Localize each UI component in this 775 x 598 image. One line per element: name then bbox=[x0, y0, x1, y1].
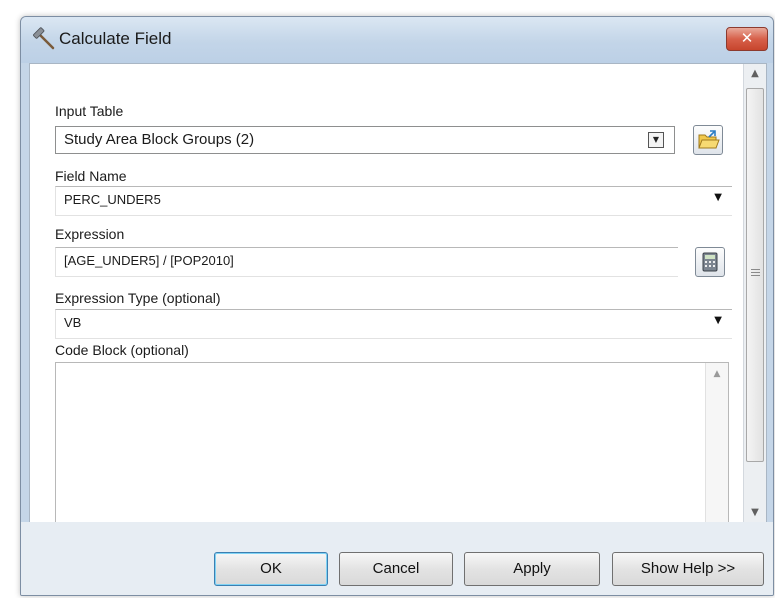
title-bar[interactable]: Calculate Field ✕ bbox=[21, 17, 773, 63]
expression-type-select[interactable]: VB ▼ bbox=[55, 309, 732, 339]
close-button[interactable]: ✕ bbox=[726, 27, 768, 51]
input-table-label: Input Table bbox=[55, 103, 124, 119]
chevron-down-icon[interactable]: ▼ bbox=[714, 192, 722, 203]
close-icon: ✕ bbox=[740, 29, 754, 47]
scrollbar-thumb[interactable] bbox=[746, 88, 764, 462]
show-help-button[interactable]: Show Help >> bbox=[612, 552, 764, 586]
window-title: Calculate Field bbox=[59, 29, 172, 48]
cancel-button[interactable]: Cancel bbox=[339, 552, 453, 586]
thumb-grip-line bbox=[751, 275, 760, 276]
expression-value: [AGE_UNDER5] / [POP2010] bbox=[64, 253, 234, 268]
expression-label: Expression bbox=[55, 226, 125, 242]
input-table-value: Study Area Block Groups (2) bbox=[64, 131, 255, 148]
hammer-icon bbox=[33, 27, 55, 50]
code-block-scrollbar[interactable]: ▲ bbox=[705, 363, 728, 531]
calculate-field-dialog: Calculate Field ✕ ▲ ▼ Input Table Study … bbox=[20, 16, 774, 596]
input-table-select[interactable]: Study Area Block Groups (2) ▼ bbox=[55, 126, 675, 154]
field-name-select[interactable]: PERC_UNDER5 ▼ bbox=[55, 186, 732, 216]
apply-button[interactable]: Apply bbox=[464, 552, 600, 586]
browse-button[interactable] bbox=[693, 125, 723, 155]
scroll-down-arrow-icon[interactable]: ▼ bbox=[744, 507, 766, 518]
button-bar: OK Cancel Apply Show Help >> bbox=[21, 522, 773, 595]
field-name-value: PERC_UNDER5 bbox=[64, 192, 161, 207]
open-folder-icon bbox=[698, 130, 720, 149]
expression-type-label: Expression Type (optional) bbox=[55, 290, 221, 306]
code-block-textarea[interactable]: ▲ bbox=[55, 362, 729, 532]
chevron-down-icon[interactable]: ▼ bbox=[714, 315, 722, 326]
thumb-grip-line bbox=[751, 269, 760, 270]
ok-button[interactable]: OK bbox=[214, 552, 328, 586]
thumb-grip-line bbox=[751, 272, 760, 273]
calculator-icon bbox=[702, 252, 718, 272]
scroll-up-arrow-icon[interactable]: ▲ bbox=[744, 68, 766, 79]
field-name-label: Field Name bbox=[55, 168, 127, 184]
expression-input[interactable]: [AGE_UNDER5] / [POP2010] bbox=[55, 247, 678, 277]
expression-calculator-button[interactable] bbox=[695, 247, 725, 277]
chevron-down-icon[interactable]: ▼ bbox=[648, 132, 664, 148]
code-block-label: Code Block (optional) bbox=[55, 342, 189, 358]
expression-type-value: VB bbox=[64, 315, 82, 330]
dialog-body: ▲ ▼ Input Table Study Area Block Groups … bbox=[29, 63, 767, 532]
scroll-up-arrow-icon[interactable]: ▲ bbox=[706, 369, 728, 379]
dialog-scrollbar[interactable]: ▲ ▼ bbox=[743, 64, 766, 522]
